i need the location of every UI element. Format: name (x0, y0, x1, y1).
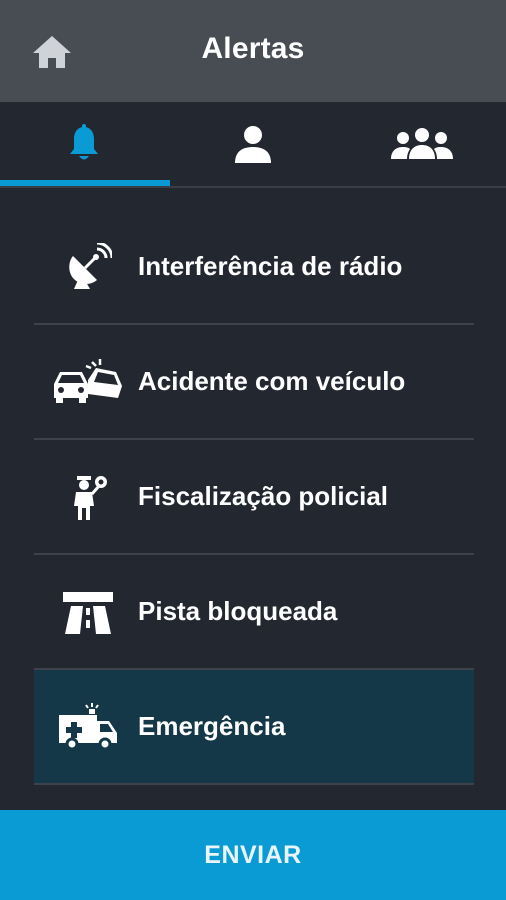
page-title: Alertas (201, 32, 305, 65)
tab-group[interactable] (338, 102, 506, 186)
tab-personal[interactable] (169, 102, 337, 186)
ambulance-icon (59, 702, 117, 750)
satellite-dish-icon (69, 242, 112, 289)
alert-type-list: Interferência de rádio Acidente com veíc… (34, 210, 474, 785)
alert-item-label: Emergência (138, 711, 286, 741)
alert-item-vehicle-accident[interactable]: Acidente com veículo (34, 325, 474, 440)
send-button[interactable]: ENVIAR (0, 810, 506, 900)
app-header: Alertas (0, 0, 506, 102)
alert-item-emergency[interactable]: Emergência (34, 670, 474, 785)
alert-item-label: Fiscalização policial (138, 481, 388, 511)
road-blocked-icon (63, 591, 113, 634)
group-icon (391, 128, 453, 159)
alert-item-label: Pista bloqueada (138, 596, 338, 626)
tab-bar (0, 102, 506, 188)
bell-icon (70, 124, 98, 160)
police-officer-icon (74, 475, 107, 520)
tab-alerts[interactable] (0, 102, 168, 186)
alert-item-radio-interference[interactable]: Interferência de rádio (34, 210, 474, 325)
alert-item-blocked-road[interactable]: Pista bloqueada (34, 555, 474, 670)
person-icon (235, 126, 271, 163)
alert-item-label: Interferência de rádio (138, 251, 403, 281)
alert-item-label: Acidente com veículo (138, 366, 406, 396)
car-crash-icon (54, 358, 122, 403)
alert-item-police-enforcement[interactable]: Fiscalização policial (34, 440, 474, 555)
active-tab-indicator (0, 180, 170, 186)
